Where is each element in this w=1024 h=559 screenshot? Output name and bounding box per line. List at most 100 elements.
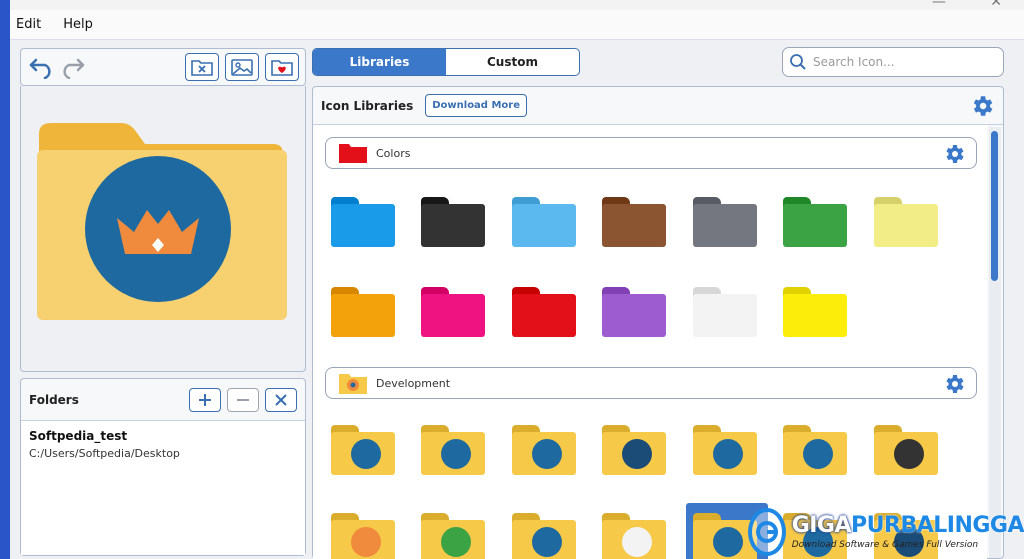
menu-help[interactable]: Help — [63, 17, 93, 32]
redo-button[interactable] — [57, 53, 87, 81]
watermark-title-a: GIGA — [791, 513, 852, 538]
color-folder-icon[interactable] — [783, 287, 847, 339]
color-folder-icon[interactable] — [693, 287, 757, 339]
color-folder-icon[interactable] — [331, 197, 395, 249]
development-folder-icon[interactable] — [693, 425, 757, 477]
undo-button[interactable] — [27, 53, 57, 81]
color-folder-icon[interactable] — [693, 197, 757, 249]
clear-folders-button[interactable] — [265, 387, 297, 412]
search-input[interactable] — [813, 55, 993, 69]
folder-body — [331, 294, 395, 337]
development-folder-icon[interactable] — [512, 425, 576, 477]
preview-folder-icon — [37, 123, 287, 320]
color-folder-icon[interactable] — [602, 287, 666, 339]
development-folder-icon[interactable] — [602, 425, 666, 477]
heart-folder-icon — [271, 60, 293, 76]
folder-badge-icon — [622, 527, 652, 557]
folder-body — [783, 204, 847, 247]
scrollbar-thumb[interactable] — [991, 131, 998, 281]
icon-libraries-panel: Icon Libraries Download More Colors Deve… — [312, 86, 1004, 559]
folder-body — [874, 204, 938, 247]
gear-icon — [946, 145, 964, 163]
development-folder-icon[interactable] — [512, 513, 576, 559]
icon-grid-scrollbar[interactable] — [989, 127, 1001, 558]
folder-body — [783, 294, 847, 337]
list-item[interactable]: Softpedia_test C:/Users/Softpedia/Deskto… — [29, 429, 297, 460]
folders-header: Folders — [21, 379, 305, 421]
undo-icon — [29, 58, 51, 79]
libraries-settings-button[interactable] — [969, 93, 995, 123]
folder-badge-icon — [713, 439, 743, 469]
color-folder-icon[interactable] — [421, 287, 485, 339]
close-icon — [275, 393, 287, 406]
add-folder-button[interactable] — [189, 387, 221, 412]
folder-body — [421, 204, 485, 247]
development-folder-icon[interactable] — [421, 425, 485, 477]
color-folder-icon[interactable] — [602, 197, 666, 249]
redo-icon — [63, 58, 85, 79]
search-box — [782, 47, 1004, 77]
folder-badge-icon — [713, 527, 743, 557]
minimize-button[interactable]: — — [932, 0, 946, 10]
watermark-title: GIGAPURBALINGGA — [792, 513, 1024, 538]
folder-badge-icon — [622, 439, 652, 469]
red-folder-icon — [339, 144, 367, 163]
search-icon — [790, 54, 806, 70]
group-development-label: Development — [376, 376, 451, 390]
folders-panel: Folders Softpedia_test C:/Users/Softpedi… — [20, 378, 306, 556]
close-button[interactable]: ✕ — [990, 0, 1002, 10]
color-folder-icon[interactable] — [421, 197, 485, 249]
group-development-settings[interactable] — [942, 372, 966, 400]
app-window: — ✕ Edit Help Folders Softpedia_test C:/… — [10, 0, 1024, 559]
title-bar: — ✕ — [10, 0, 1024, 10]
folder-badge-icon — [803, 439, 833, 469]
tab-custom[interactable]: Custom — [446, 49, 579, 75]
folder-body — [693, 294, 757, 337]
icon-grid: Colors Development — [313, 125, 987, 559]
folder-item-path: C:/Users/Softpedia/Desktop — [29, 447, 180, 460]
plus-icon — [199, 393, 211, 406]
minus-icon — [237, 398, 249, 401]
libraries-title: Icon Libraries — [321, 98, 414, 113]
folder-body — [331, 204, 395, 247]
gear-icon — [973, 96, 993, 116]
color-folder-icon[interactable] — [512, 287, 576, 339]
color-folder-icon[interactable] — [783, 197, 847, 249]
group-colors-settings[interactable] — [942, 142, 966, 170]
group-colors-label: Colors — [376, 146, 411, 160]
folder-badge-icon — [532, 439, 562, 469]
color-folder-icon[interactable] — [512, 197, 576, 249]
menu-bar: Edit Help — [10, 10, 1024, 40]
menu-edit[interactable]: Edit — [16, 17, 41, 32]
gear-icon — [946, 375, 964, 393]
image-icon-button[interactable] — [225, 53, 259, 81]
folder-body — [602, 294, 666, 337]
watermark-subtitle: Download Software & Games Full Version — [791, 540, 979, 550]
development-folder-icon[interactable] — [331, 513, 395, 559]
development-folder-icon[interactable] — [602, 513, 666, 559]
watermark: GIGAPURBALINGGA Download Software & Game… — [748, 504, 1024, 559]
tab-libraries[interactable]: Libraries — [313, 49, 446, 75]
folder-badge-icon — [894, 439, 924, 469]
folder-badge-icon — [351, 439, 381, 469]
folder-badge-icon — [351, 527, 381, 557]
source-tabs: Libraries Custom — [312, 48, 580, 76]
download-more-button[interactable]: Download More — [425, 94, 527, 117]
folder-item-name: Softpedia_test — [29, 429, 128, 443]
color-folder-icon[interactable] — [874, 197, 938, 249]
group-colors-header[interactable]: Colors — [325, 137, 977, 169]
development-folder-icon[interactable] — [421, 513, 485, 559]
group-development-header[interactable]: Development — [325, 367, 977, 399]
watermark-logo-icon — [748, 507, 786, 556]
color-folder-icon[interactable] — [331, 287, 395, 339]
development-folder-icon[interactable] — [874, 425, 938, 477]
remove-icon-button[interactable] — [185, 53, 219, 81]
favorite-button[interactable] — [265, 53, 299, 81]
folder-body — [421, 294, 485, 337]
development-folder-icon[interactable] — [331, 425, 395, 477]
folders-list: Softpedia_test C:/Users/Softpedia/Deskto… — [21, 421, 305, 555]
development-folder-icon[interactable] — [783, 425, 847, 477]
folders-title: Folders — [29, 392, 79, 407]
remove-folder-button[interactable] — [227, 387, 259, 412]
folder-body — [693, 204, 757, 247]
